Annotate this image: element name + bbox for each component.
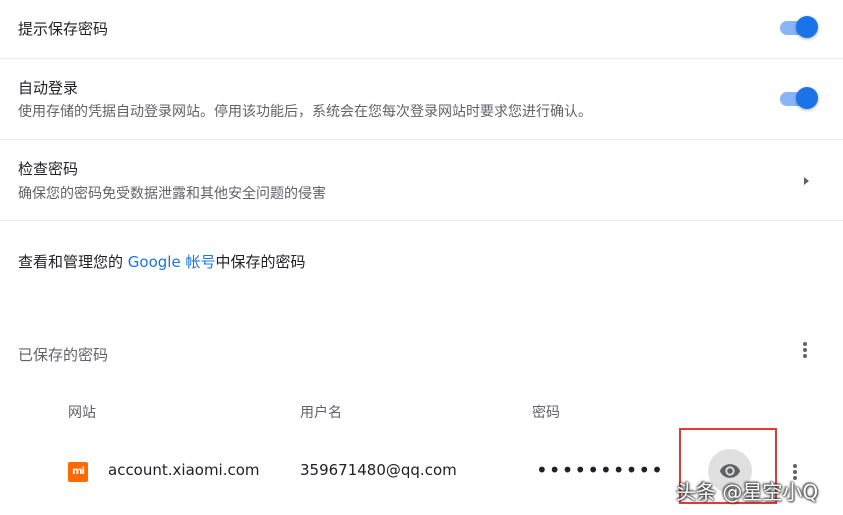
auto-signin-toggle[interactable]: [778, 87, 818, 111]
column-header-username: 用户名: [300, 405, 342, 421]
watermark: 头条 @星空小Q: [676, 480, 819, 504]
username-cell: 359671480@qq.com: [300, 461, 457, 479]
auto-signin-title: 自动登录: [18, 79, 79, 97]
manage-prefix: 查看和管理您的: [18, 253, 128, 271]
check-passwords-description: 确保您的密码免受数据泄露和其他安全问题的侵害: [18, 186, 326, 202]
divider: [0, 58, 843, 59]
toggle-knob: [796, 16, 818, 38]
offer-to-save-title: 提示保存密码: [18, 20, 109, 38]
manage-passwords-text: 查看和管理您的 Google 帐号中保存的密码: [18, 251, 305, 272]
column-header-password: 密码: [532, 405, 560, 421]
offer-to-save-toggle[interactable]: [778, 16, 818, 40]
toggle-knob: [796, 87, 818, 109]
chevron-right-icon[interactable]: [801, 174, 811, 188]
more-actions-icon[interactable]: [797, 338, 813, 362]
google-account-link[interactable]: Google 帐号: [128, 253, 216, 271]
site-cell[interactable]: account.xiaomi.com: [108, 461, 260, 479]
check-passwords-row[interactable]: [0, 140, 843, 220]
check-passwords-title: 检查密码: [18, 160, 79, 178]
manage-suffix: 中保存的密码: [215, 253, 306, 271]
saved-passwords-heading: 已保存的密码: [18, 346, 109, 364]
xiaomi-logo-icon: mi: [68, 462, 88, 482]
password-cell: ••••••••••: [536, 458, 664, 482]
auto-signin-description: 使用存储的凭据自动登录网站。停用该功能后，系统会在您每次登录网站时要求您进行确认…: [18, 104, 592, 120]
divider: [0, 220, 843, 221]
column-header-site: 网站: [68, 405, 96, 421]
